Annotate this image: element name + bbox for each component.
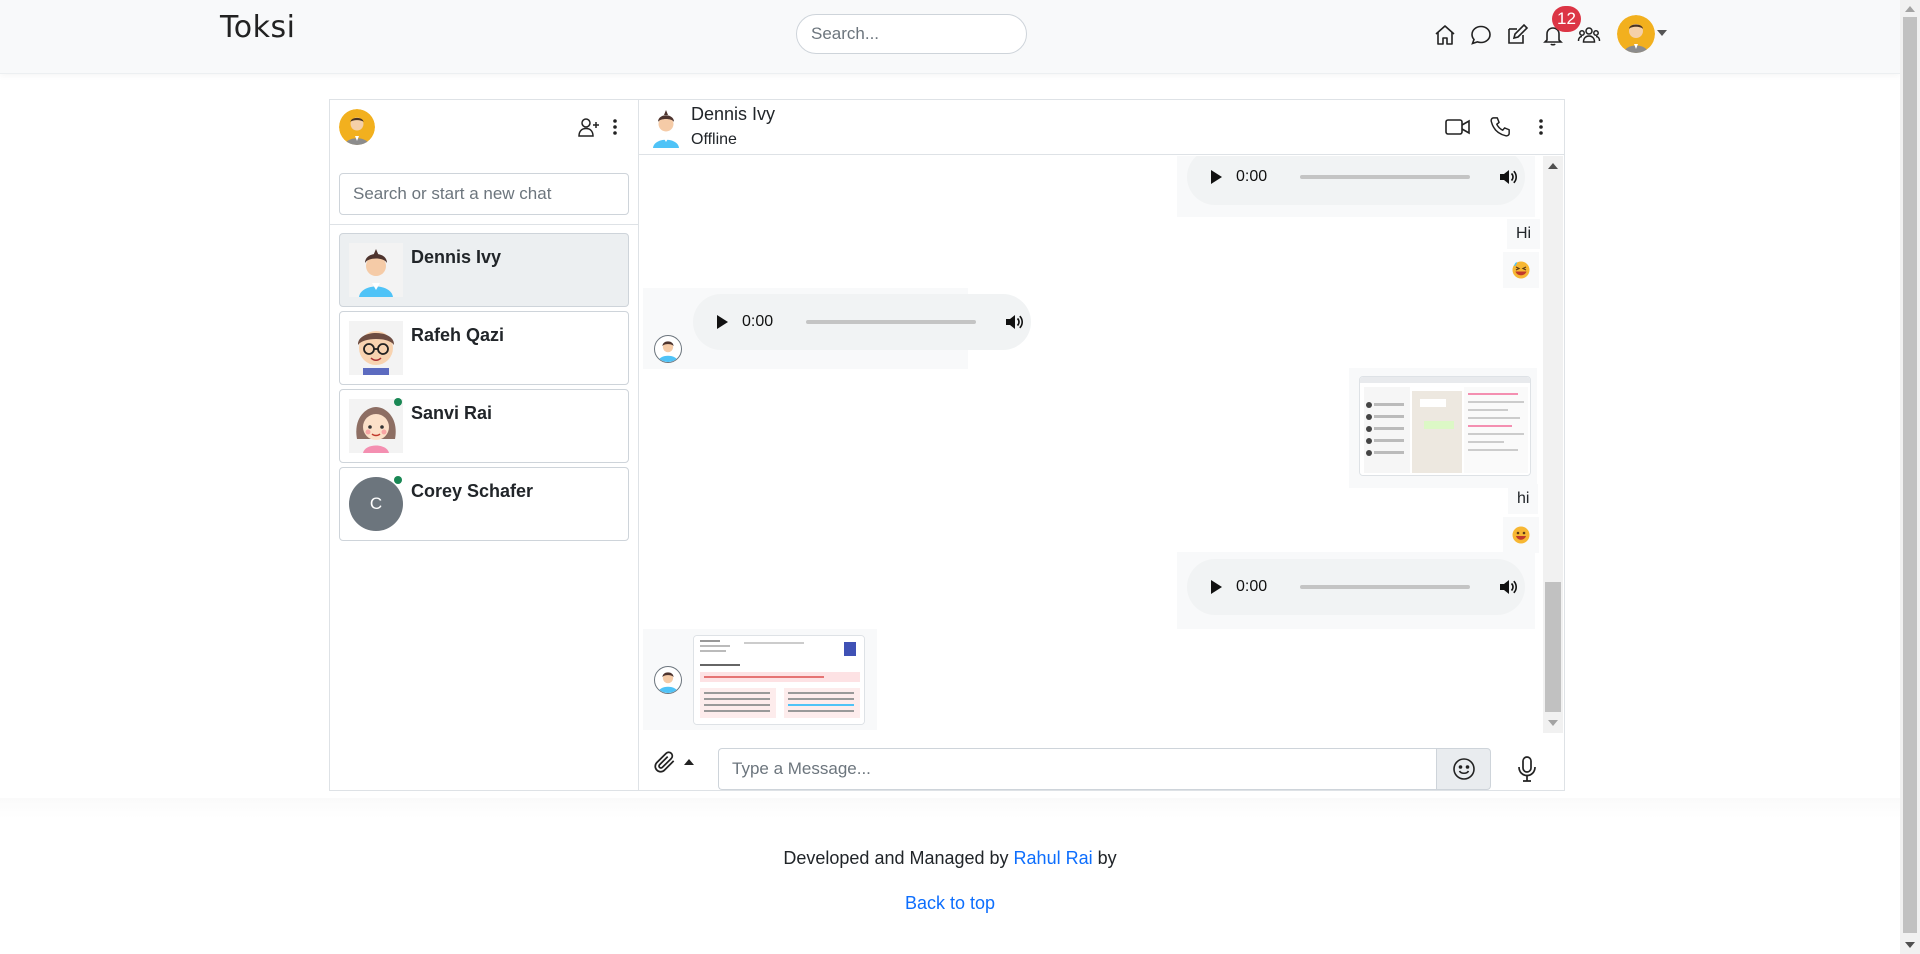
contact-item-corey-schafer[interactable]: C Corey Schafer: [339, 467, 629, 541]
top-navbar: Toksi 12: [0, 0, 1900, 74]
volume-icon[interactable]: [1498, 577, 1518, 597]
scrollbar-thumb[interactable]: [1545, 582, 1561, 712]
chat-icon[interactable]: [1467, 21, 1495, 49]
audio-seek-bar[interactable]: [806, 320, 977, 324]
chat-panel: Dennis Ivy Offline 0:00 Hi 0:00 hi 0:00 …: [639, 100, 1564, 790]
peer-status: Offline: [691, 131, 737, 148]
audio-time: 0:00: [1236, 168, 1268, 185]
contact-name: Corey Schafer: [411, 481, 534, 501]
global-search-input[interactable]: [796, 14, 1027, 54]
emoji-message: [1503, 517, 1539, 553]
brand-logo[interactable]: Toksi: [220, 10, 295, 45]
author-link[interactable]: Rahul Rai: [1014, 848, 1093, 868]
scroll-up-arrow-icon[interactable]: [1905, 6, 1915, 12]
footer-credits: Developed and Managed by Rahul Rai by: [0, 848, 1900, 869]
play-icon[interactable]: [717, 315, 728, 329]
contact-letter-avatar: C: [349, 477, 403, 531]
volume-icon[interactable]: [1004, 312, 1024, 332]
text-message: hi: [1508, 484, 1539, 514]
contact-avatar: [349, 399, 403, 453]
people-icon[interactable]: [1575, 21, 1603, 49]
contact-item-rafeh-qazi[interactable]: Rafeh Qazi: [339, 311, 629, 385]
peer-avatar[interactable]: [648, 106, 684, 148]
footer-suffix: by: [1092, 848, 1117, 868]
message-input-bar: [639, 733, 1564, 790]
sender-avatar: [654, 666, 682, 694]
scrollbar-thumb[interactable]: [1903, 17, 1917, 933]
audio-player[interactable]: 0:00: [1187, 559, 1525, 615]
paperclip-icon: [654, 751, 675, 773]
scroll-down-arrow-icon[interactable]: [1548, 720, 1558, 726]
message-list[interactable]: 0:00 Hi 0:00 hi 0:00: [639, 156, 1564, 733]
volume-icon[interactable]: [1498, 167, 1518, 187]
chat-header: Dennis Ivy Offline: [639, 100, 1564, 155]
footer-separator: [0, 798, 1900, 818]
home-icon[interactable]: [1431, 21, 1459, 49]
sender-avatar: [654, 335, 682, 363]
audio-time: 0:00: [1236, 578, 1268, 595]
emoji-picker-button[interactable]: [1436, 748, 1491, 790]
chat-menu-icon[interactable]: [1528, 115, 1554, 139]
scroll-down-arrow-icon[interactable]: [1905, 942, 1915, 948]
audio-seek-bar[interactable]: [1300, 175, 1471, 179]
play-icon[interactable]: [1211, 580, 1222, 594]
audio-seek-bar[interactable]: [1300, 585, 1471, 589]
image-attachment-thumbnail[interactable]: [1359, 376, 1531, 476]
contact-name: Rafeh Qazi: [411, 325, 505, 345]
caret-up-icon: [684, 759, 694, 765]
contact-name: Dennis Ivy: [411, 247, 502, 267]
scroll-up-arrow-icon[interactable]: [1548, 163, 1558, 169]
attachment-button[interactable]: [652, 747, 704, 777]
play-icon[interactable]: [1211, 170, 1222, 184]
footer-prefix: Developed and Managed by: [783, 848, 1014, 868]
text-message: Hi: [1507, 219, 1541, 249]
image-attachment-thumbnail[interactable]: [693, 635, 865, 725]
message-scrollbar[interactable]: [1543, 156, 1563, 733]
my-avatar[interactable]: [339, 109, 375, 145]
video-call-icon[interactable]: [1445, 115, 1471, 139]
emoji-message: [1503, 252, 1539, 288]
chat-sidebar: Dennis Ivy Rafeh Qazi Sanvi Rai C Corey …: [330, 100, 639, 790]
sidebar-header: [330, 100, 638, 152]
phone-call-icon[interactable]: [1487, 115, 1513, 139]
audio-player[interactable]: 0:00: [1187, 156, 1525, 205]
audio-player[interactable]: 0:00: [693, 294, 1031, 350]
chat-container: Dennis Ivy Rafeh Qazi Sanvi Rai C Corey …: [329, 99, 1565, 791]
contact-avatar: [349, 321, 403, 375]
contact-item-dennis-ivy[interactable]: Dennis Ivy: [339, 233, 629, 307]
sidebar-divider: [330, 224, 638, 225]
grinning-emoji-icon: [1512, 526, 1530, 544]
contact-item-sanvi-rai[interactable]: Sanvi Rai: [339, 389, 629, 463]
user-avatar[interactable]: [1617, 15, 1655, 53]
microphone-icon[interactable]: [1512, 754, 1542, 784]
peer-name: Dennis Ivy: [691, 104, 776, 124]
laughing-emoji-icon: [1512, 261, 1530, 279]
online-status-dot: [394, 476, 402, 484]
audio-time: 0:00: [742, 313, 774, 330]
user-menu-caret-icon[interactable]: [1657, 30, 1667, 36]
sidebar-menu-icon[interactable]: [607, 115, 623, 139]
chat-search-input[interactable]: [339, 173, 629, 215]
edit-icon[interactable]: [1503, 21, 1531, 49]
page-scrollbar[interactable]: [1900, 0, 1920, 954]
message-input[interactable]: [718, 748, 1436, 790]
back-to-top-link[interactable]: Back to top: [0, 893, 1900, 914]
contact-avatar: [349, 243, 403, 297]
add-user-icon[interactable]: [577, 115, 601, 139]
smiley-icon: [1452, 758, 1475, 780]
online-status-dot: [394, 398, 402, 406]
contact-name: Sanvi Rai: [411, 403, 493, 423]
